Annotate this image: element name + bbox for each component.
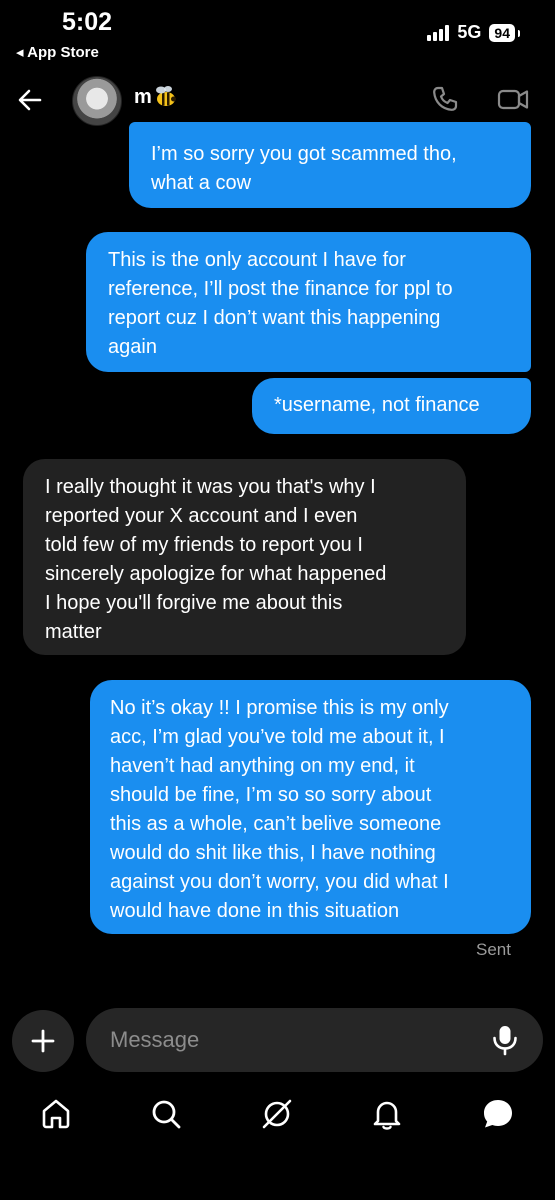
bottom-nav: [0, 1096, 555, 1140]
home-indicator: [176, 1180, 379, 1186]
message-line: told few of my friends to report you I: [45, 534, 363, 556]
avatar[interactable]: [72, 76, 122, 126]
message-line: report cuz I don’t want this happening: [108, 307, 441, 329]
back-to-app-link[interactable]: ◂ App Store: [16, 43, 99, 61]
home-icon[interactable]: [38, 1096, 74, 1132]
phone-icon[interactable]: [430, 84, 460, 114]
message-line: sincerely apologize for what happened: [45, 563, 387, 585]
message-line: against you don’t worry, you did what I: [110, 871, 449, 893]
sent-status: Sent: [476, 940, 511, 959]
notifications-bell-icon[interactable]: [369, 1096, 405, 1132]
message-bubble-outgoing[interactable]: This is the only account I have for refe…: [86, 232, 531, 372]
chat-header: m: [0, 74, 555, 126]
video-call-icon[interactable]: [496, 84, 530, 114]
status-indicators: 5G 94: [427, 22, 520, 43]
plus-icon: [31, 1029, 55, 1053]
status-time: 5:02: [62, 8, 113, 36]
add-attachment-button[interactable]: [12, 1010, 74, 1072]
message-line: reported your X account and I even: [45, 505, 358, 527]
message-bubble-outgoing[interactable]: I’m so sorry you got scammed tho, what a…: [129, 122, 531, 208]
message-bubble-outgoing[interactable]: *username, not finance: [252, 378, 531, 434]
message-line: matter: [45, 621, 102, 643]
message-line: would have done in this situation: [110, 900, 400, 922]
signal-icon: [427, 24, 450, 41]
message-line: what a cow: [151, 172, 252, 194]
chat-screen: 5:02 ◂ App Store 5G 94 m I’m so sorry yo…: [0, 0, 555, 1200]
message-line: I hope you'll forgive me about this: [45, 592, 343, 614]
message-bubble-outgoing[interactable]: No it’s okay !! I promise this is my onl…: [90, 680, 531, 934]
message-bubble-incoming[interactable]: I really thought it was you that's why I…: [23, 459, 466, 655]
message-line: *username, not finance: [274, 394, 480, 416]
message-line: I’m so sorry you got scammed tho,: [151, 143, 457, 165]
message-line: again: [108, 336, 157, 358]
network-type: 5G: [457, 22, 482, 42]
message-line: I really thought it was you that's why I: [45, 476, 376, 498]
search-icon[interactable]: [148, 1096, 184, 1132]
message-line: reference, I’ll post the finance for ppl…: [108, 278, 453, 300]
message-line: This is the only account I have for: [108, 249, 406, 271]
message-line: No it’s okay !! I promise this is my onl…: [110, 697, 449, 719]
messages-icon[interactable]: [480, 1096, 516, 1132]
battery-level: 94: [489, 23, 520, 42]
message-line: acc, I’m glad you’ve told me about it, I: [110, 726, 445, 748]
contact-name[interactable]: m: [134, 86, 152, 109]
message-line: should be fine, I’m so so sorry about: [110, 784, 432, 806]
message-line: haven’t had anything on my end, it: [110, 755, 415, 777]
bee-icon: [156, 86, 176, 106]
message-line: would do shit like this, I have nothing: [110, 842, 436, 864]
microphone-icon[interactable]: [490, 1024, 520, 1056]
back-arrow-icon[interactable]: [16, 86, 44, 114]
message-input[interactable]: [86, 1008, 543, 1072]
grok-icon[interactable]: [259, 1096, 295, 1132]
message-line: this as a whole, can’t belive someone: [110, 813, 442, 835]
